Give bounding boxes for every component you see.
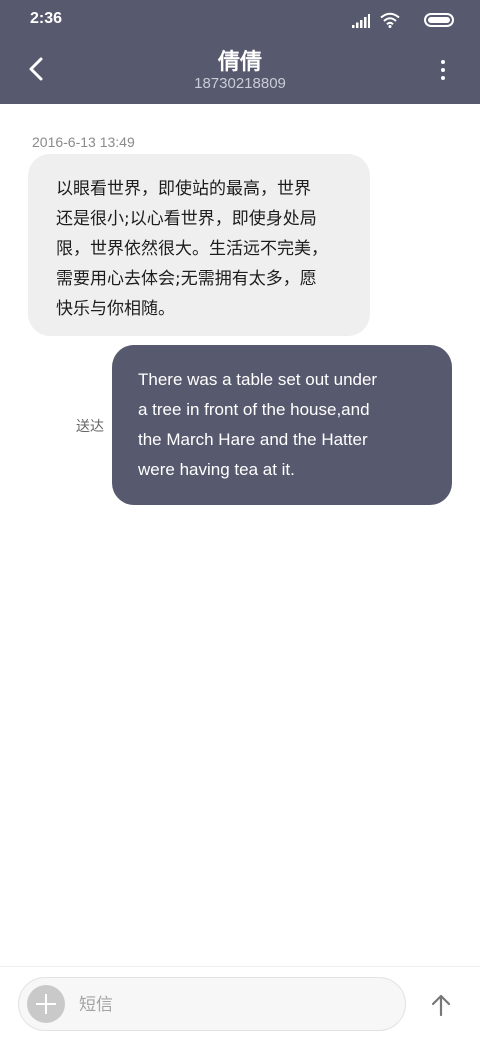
message-line: 快乐与你相随。	[56, 299, 175, 319]
message-timestamp: 2016-6-13 13:49	[32, 134, 135, 150]
message-line: 以眼看世界，即使站的最高，世界	[56, 179, 311, 199]
signal-icon	[352, 14, 370, 28]
message-line: the March Hare and the Hatter	[138, 430, 368, 449]
header-bar: 2:36 倩倩 18730218809	[0, 0, 480, 104]
wifi-icon	[380, 12, 400, 28]
send-arrow-icon[interactable]	[430, 993, 452, 1017]
message-line: 限，世界依然很大。生活远不完美，	[56, 239, 328, 259]
status-time: 2:36	[30, 10, 63, 27]
composer-bar	[0, 966, 480, 1041]
more-dot	[441, 68, 445, 72]
more-dot	[441, 60, 445, 64]
more-icon[interactable]	[436, 58, 450, 82]
message-line: There was a table set out under	[138, 370, 378, 389]
contact-name: 倩倩	[217, 50, 262, 75]
message-line: were having tea at it.	[138, 460, 295, 479]
incoming-message-bubble[interactable]: 以眼看世界，即使站的最高，世界 还是很小;以心看世界，即使身处局 限，世界依然很…	[28, 154, 370, 336]
outgoing-message-bubble[interactable]: There was a table set out under a tree i…	[112, 345, 452, 505]
delivery-status: 送达	[76, 419, 104, 435]
add-icon[interactable]	[27, 985, 65, 1023]
message-line: 需要用心去体会;无需拥有太多，愿	[56, 269, 317, 289]
composer-field	[18, 977, 406, 1031]
message-input[interactable]	[77, 986, 391, 1024]
status-icons	[334, 10, 454, 30]
battery-icon	[424, 13, 454, 27]
message-line: 还是很小;以心看世界，即使身处局	[56, 209, 317, 229]
more-dot	[441, 76, 445, 80]
contact-number: 18730218809	[194, 75, 286, 92]
message-line: a tree in front of the house,and	[138, 400, 370, 419]
